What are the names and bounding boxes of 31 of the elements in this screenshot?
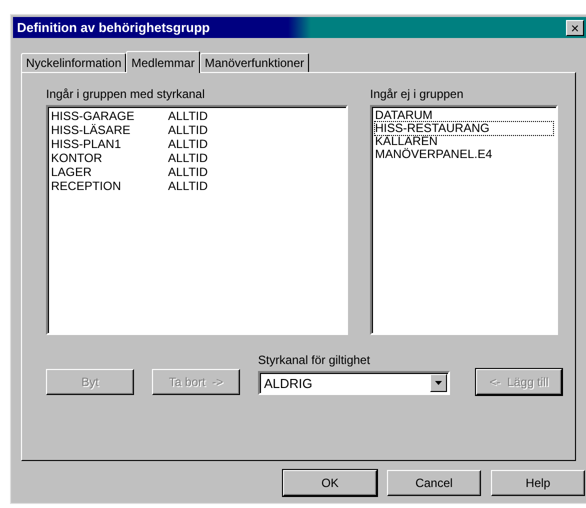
member-channel[interactable]: ALLTID [168, 109, 208, 123]
dialog-button[interactable]: Help [491, 470, 585, 496]
dialog-button[interactable]: OK [283, 470, 377, 496]
member-channel[interactable]: ALLTID [168, 137, 208, 151]
tab[interactable]: Nyckelinformation [21, 53, 126, 72]
members-list[interactable]: HISS-GARAGE ALLTID HISS-LÄSARE ALLTID HISS-PLAN1 ALLTID KONTOR ALLTID LAGER ALLTID RECEPTION ALLTID [46, 105, 348, 335]
member-name[interactable]: LAGER [51, 165, 168, 179]
close-button[interactable]: × [566, 20, 584, 36]
window-title: Definition av behörighetsgrupp [17, 20, 210, 35]
member-name[interactable]: HISS-GARAGE [51, 109, 168, 123]
tab[interactable]: Medlemmar [126, 51, 200, 73]
member-name[interactable]: HISS-PLAN1 [51, 137, 168, 151]
list-label: Ingår ej i gruppen [370, 87, 464, 101]
member-name[interactable]: KONTOR [51, 151, 168, 165]
list-item[interactable]: HISS-RESTAURANG [375, 122, 553, 135]
dropdown-icon[interactable] [430, 374, 447, 392]
list-label: Ingår i gruppen med styrkanal [46, 87, 206, 101]
member-name[interactable]: HISS-LÄSARE [51, 123, 168, 137]
non-members-list[interactable]: DATARUM HISS-RESTAURANG KÄLLAREN MANÖVERPANEL.E4 [370, 105, 558, 335]
list-item[interactable]: MANÖVERPANEL.E4 [375, 148, 553, 161]
member-channel[interactable]: ALLTID [168, 179, 208, 193]
channel-select[interactable]: ALDRIG [258, 371, 450, 395]
member-channel[interactable]: ALLTID [168, 165, 208, 179]
tab[interactable]: Manöverfunktioner [200, 53, 310, 72]
list-item[interactable]: KÄLLAREN [375, 135, 553, 148]
dialog-button[interactable]: Cancel [387, 470, 481, 496]
select-label: Styrkanal för giltighet [258, 353, 372, 367]
member-name[interactable]: RECEPTION [51, 179, 168, 193]
member-channel[interactable]: ALLTID [168, 123, 208, 137]
member-channel[interactable]: ALLTID [168, 151, 208, 165]
list-item[interactable]: DATARUM [375, 109, 553, 122]
